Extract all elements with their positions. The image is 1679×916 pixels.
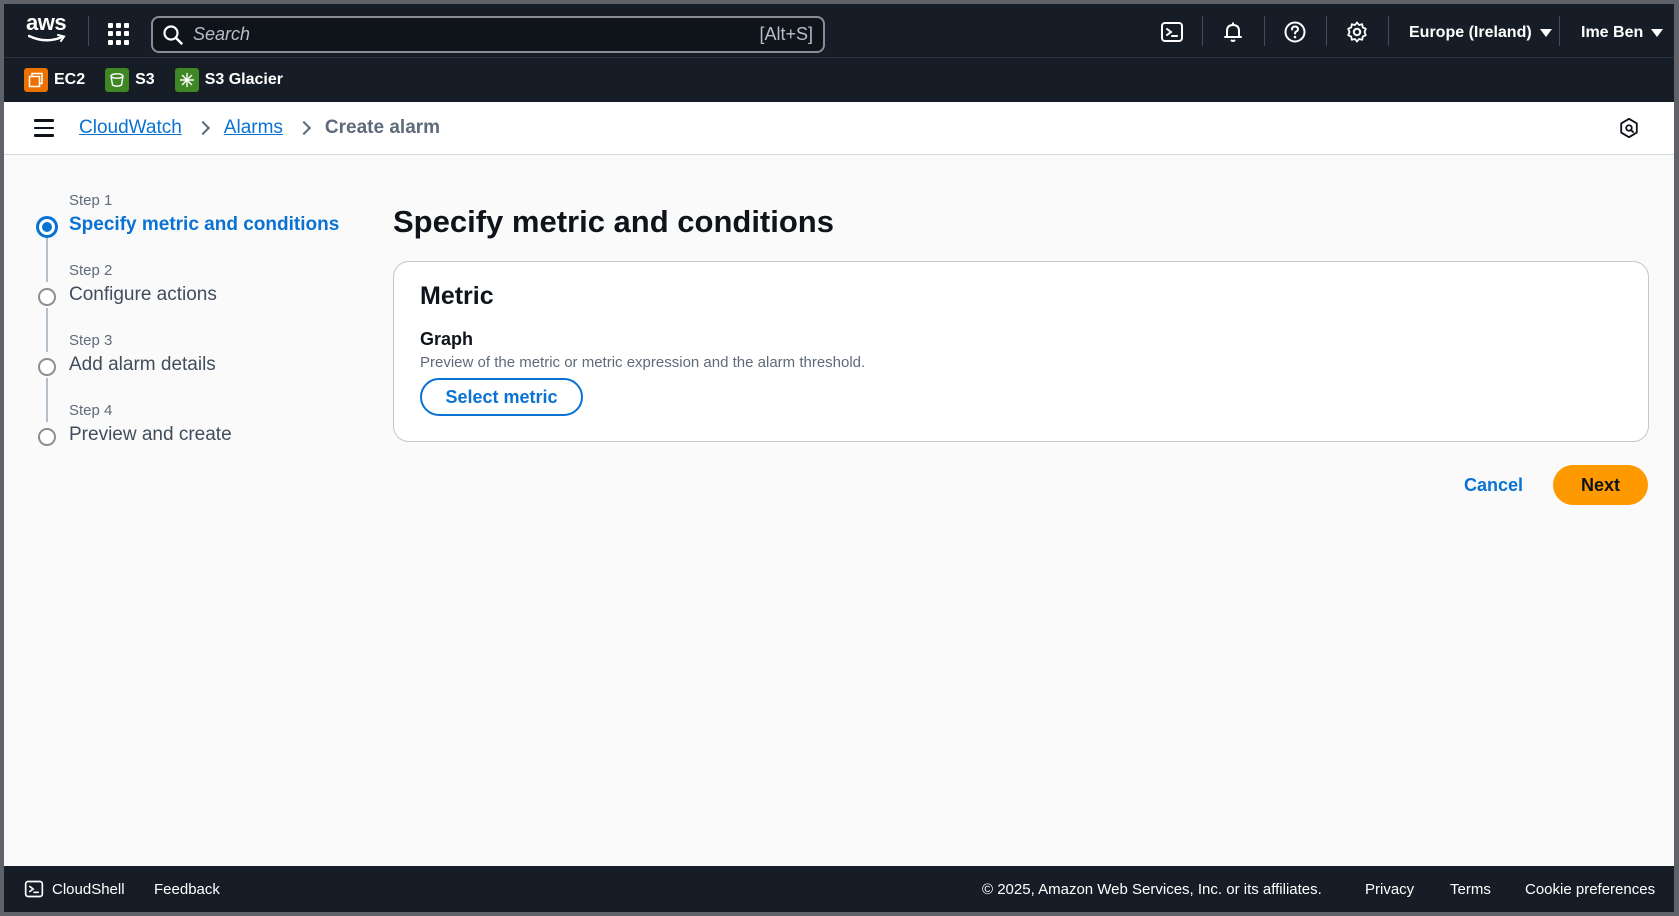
account-menu[interactable]: Ime Ben [1581, 24, 1664, 42]
favorite-s3-glacier[interactable]: S3 Glacier [174, 68, 283, 92]
breadcrumb-current: Create alarm [324, 117, 441, 138]
step-number: Step 4 [69, 402, 113, 419]
step-number: Step 3 [69, 332, 113, 349]
notifications-bell-icon[interactable] [1221, 20, 1245, 44]
user-name: Ime Ben [1581, 24, 1644, 41]
footer-terms-link[interactable]: Terms [1450, 881, 1491, 898]
aws-smile-icon [28, 34, 66, 42]
step-circle-icon [38, 358, 56, 376]
region-selector[interactable]: Europe (Ireland) [1409, 24, 1552, 42]
side-nav-toggle-icon[interactable] [34, 119, 54, 137]
help-icon[interactable] [1283, 20, 1307, 44]
step-circle-icon [38, 288, 56, 306]
aws-logo[interactable]: aws [26, 12, 70, 46]
panel-heading: Metric [420, 282, 494, 310]
graph-label: Graph [420, 329, 474, 349]
services-menu-icon[interactable] [108, 23, 130, 45]
footer-feedback-link[interactable]: Feedback [154, 881, 220, 898]
search-input[interactable] [193, 24, 760, 45]
aws-logo-text: aws [26, 10, 67, 35]
select-metric-button[interactable]: Select metric [420, 378, 583, 416]
step-3: Step 3 Add alarm details [34, 332, 354, 422]
step-title: Configure actions [69, 284, 217, 305]
s3-icon [105, 68, 130, 92]
breadcrumb-bar: CloudWatch Alarms Create alarm [4, 102, 1674, 155]
chevron-right-icon [296, 120, 311, 136]
footer-cookie-preferences-link[interactable]: Cookie preferences [1525, 881, 1655, 898]
step-title: Preview and create [69, 424, 232, 445]
caret-down-icon [1651, 29, 1664, 37]
step-number: Step 2 [69, 262, 113, 279]
breadcrumb-alarms[interactable]: Alarms [224, 117, 283, 139]
step-4: Step 4 Preview and create [34, 402, 354, 472]
favorite-label: EC2 [54, 71, 86, 88]
step-title: Add alarm details [69, 354, 216, 375]
favorites-bar: EC2 S3 S3 Glacier [4, 57, 1674, 102]
chevron-right-icon [195, 120, 210, 136]
divider [1264, 16, 1265, 46]
page-title: Specify metric and conditions [393, 204, 834, 239]
settings-gear-icon[interactable] [1345, 20, 1369, 44]
favorite-label: S3 [135, 71, 155, 88]
search-icon [163, 24, 183, 45]
step-active-circle-icon [36, 216, 58, 238]
browser-frame: aws [Alt+S] [4, 4, 1674, 912]
divider [1559, 16, 1560, 46]
favorite-label: S3 Glacier [204, 71, 283, 88]
divider [1326, 16, 1327, 46]
cloudshell-icon [24, 880, 44, 898]
graph-description: Preview of the metric or metric expressi… [420, 354, 866, 371]
favorite-ec2[interactable]: EC2 [24, 68, 85, 92]
footer-cloudshell[interactable]: CloudShell [24, 879, 125, 899]
step-circle-icon [38, 428, 56, 446]
step-1[interactable]: Step 1 Specify metric and conditions [34, 192, 354, 282]
favorite-s3[interactable]: S3 [105, 68, 155, 92]
step-number: Step 1 [69, 192, 113, 209]
footer: CloudShell Feedback © 2025, Amazon Web S… [4, 866, 1674, 912]
breadcrumb: CloudWatch Alarms Create alarm [79, 117, 440, 139]
wizard-steps: Step 1 Specify metric and conditions Ste… [34, 192, 354, 472]
step-2: Step 2 Configure actions [34, 262, 354, 352]
divider [1388, 16, 1389, 46]
s3-glacier-icon [174, 68, 199, 92]
divider [88, 16, 89, 46]
metric-panel: Metric Graph Preview of the metric or me… [393, 261, 1649, 442]
footer-cloudshell-label: CloudShell [52, 880, 125, 898]
info-panel-hexagon-icon[interactable] [1618, 117, 1640, 139]
ec2-icon [24, 68, 48, 92]
step-title: Specify metric and conditions [69, 214, 340, 235]
next-button[interactable]: Next [1553, 465, 1648, 505]
search-shortcut: [Alt+S] [759, 24, 813, 44]
divider [1202, 16, 1203, 46]
cancel-button[interactable]: Cancel [1464, 475, 1523, 496]
caret-down-icon [1539, 29, 1552, 37]
top-navigation: aws [Alt+S] [4, 4, 1674, 57]
search-bar[interactable]: [Alt+S] [151, 16, 825, 53]
cloudshell-icon[interactable] [1160, 20, 1184, 44]
breadcrumb-cloudwatch[interactable]: CloudWatch [79, 117, 182, 139]
footer-copyright: © 2025, Amazon Web Services, Inc. or its… [982, 881, 1322, 898]
region-label: Europe (Ireland) [1409, 24, 1532, 41]
footer-privacy-link[interactable]: Privacy [1365, 881, 1414, 898]
